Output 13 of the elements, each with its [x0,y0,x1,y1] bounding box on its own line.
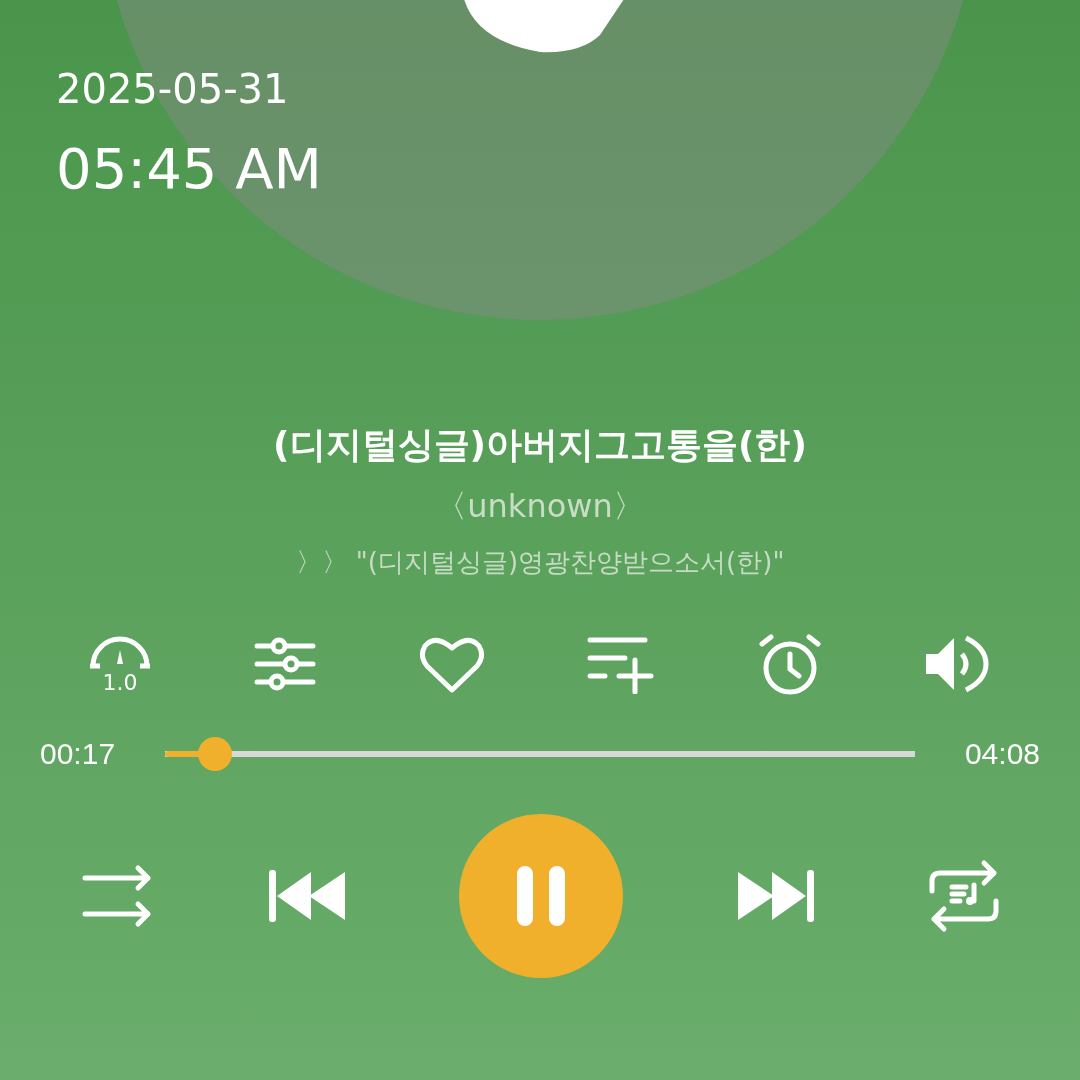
elapsed-time: 00:17 [40,737,116,771]
time-text: 05:45 AM [56,135,322,203]
date-text: 2025-05-31 [56,65,289,114]
alarm-clock-icon[interactable] [758,632,823,696]
next-track: 〉〉 "(디지털싱글)영광찬양받으소서(한)" [295,546,785,579]
total-time: 04:08 [964,737,1040,771]
artist-name: 〈unknown〉 [435,486,645,527]
repeat-icon[interactable] [928,859,1000,933]
next-icon[interactable] [735,868,816,924]
seek-thumb[interactable] [198,737,233,771]
speed-button[interactable]: 1.0 [88,634,152,694]
track-title: (디지털싱글)아버지그고통을(한) [273,423,807,467]
previous-icon[interactable] [266,868,347,924]
